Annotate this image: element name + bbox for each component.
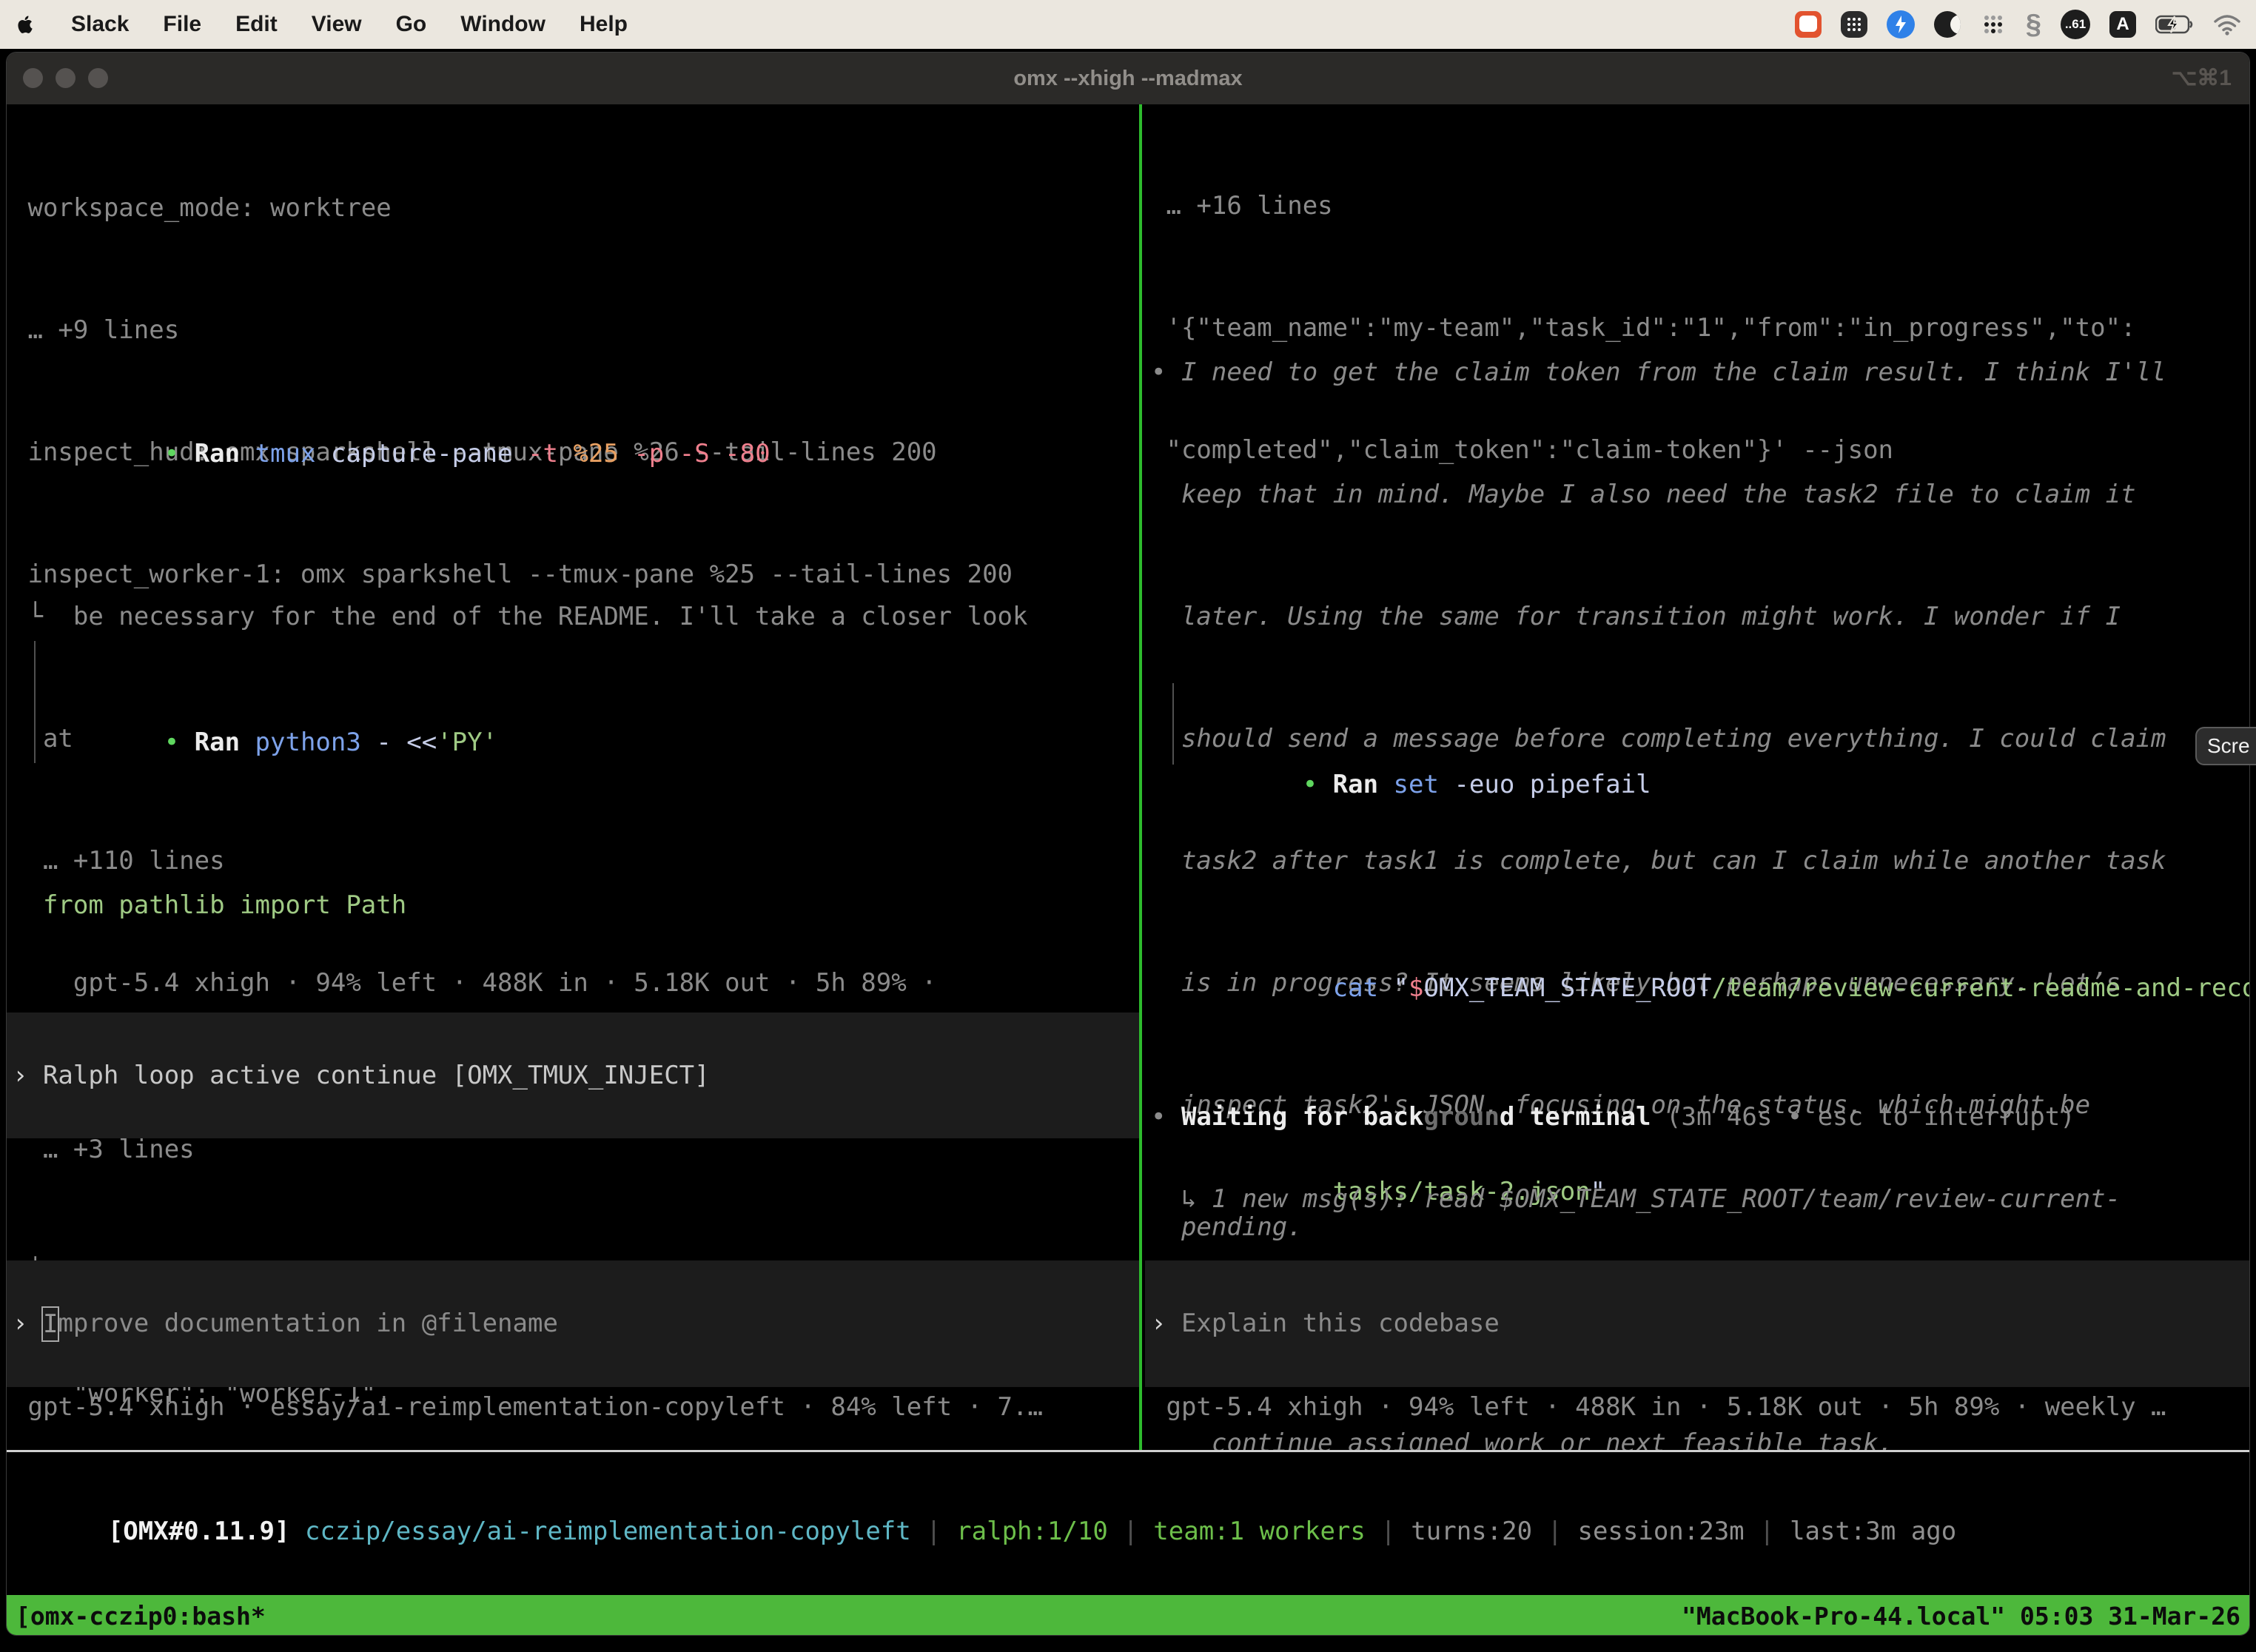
menu-item-app[interactable]: Slack [71,12,129,37]
ralph-counter: ralph:1/10 [956,1517,1108,1546]
screen-recording-icon[interactable] [1795,11,1822,38]
terminal-line: workspace_mode: worktree [13,188,1139,229]
zoom-window-button[interactable] [88,68,108,88]
screen-overlay-chip[interactable]: Scre [2195,727,2256,765]
team-workers: team:1 workers [1153,1517,1366,1546]
menu-item-help[interactable]: Help [580,12,628,37]
wifi-icon[interactable] [2213,13,2241,36]
battery-icon[interactable] [2155,14,2194,35]
window-shortcut-badge: ⌥⌘1 [2172,53,2232,104]
input-source-icon[interactable]: A [2109,11,2136,38]
terminal-line: from pathlib import Path [13,885,1139,926]
command-line: • Ran tmux capture-pane -t %25 -p -S -80 [13,393,1139,515]
model-status-line-right: gpt-5.4 xhigh · 94% left · 488K in · 5.1… [1151,1387,2166,1428]
omx-version: [OMX#0.11.9] [108,1517,290,1546]
text-cursor: I [41,1306,59,1342]
terminal-line: later. Using the same for transition mig… [1151,597,2250,637]
model-status-line-left: gpt-5.4 xhigh · essay/ai-reimplementatio… [13,1387,1043,1428]
omx-task-path: cczip/essay/ai-reimplementation-copyleft [289,1517,910,1546]
menu-item-view[interactable]: View [312,12,362,37]
prompt-chevron-icon: › [1145,1303,1181,1344]
menu-item-edit[interactable]: Edit [235,12,278,37]
tmux-session-name[interactable]: [omx-cczip0:bash* [16,1596,266,1636]
squiggle-icon[interactable]: § [2026,11,2041,38]
tmux-pane-left[interactable]: workspace_mode: worktree … +9 lines insp… [7,104,1139,1450]
menu-item-window[interactable]: Window [460,12,545,37]
omx-status-line: [OMX#0.11.9] cczip/essay/ai-reimplementa… [17,1471,1956,1593]
tmux-host-clock: "MacBook-Pro-44.local" 05:03 31-Mar-26 [1682,1596,2240,1636]
keypad-grid-icon[interactable] [1841,11,1867,38]
input-placeholder: Explain this codebase [1181,1303,1500,1344]
count-badge-icon[interactable]: ..61 [2061,10,2090,39]
tmux-status-bar: [omx-cczip0:bash* "MacBook-Pro-44.local"… [7,1595,2249,1636]
screen-overlay-label: Scre [2207,734,2250,758]
pane-horizontal-border [7,1450,2249,1452]
prompt-input-right[interactable]: › Explain this codebase [1145,1260,2250,1387]
crescent-app-icon[interactable] [1934,11,1961,38]
terminal-content: workspace_mode: worktree … +9 lines insp… [7,104,2249,1635]
prompt-chevron-icon: › [7,1055,43,1096]
menu-bar: Slack File Edit View Go Window Help § ..… [0,0,2256,49]
bullet-icon: • [1151,357,1181,387]
command-line: • Ran set -euo pipefail [1151,724,2250,846]
terminal-line: keep that in mind. Maybe I also need the… [1151,474,2250,515]
last-activity: last:3m ago [1790,1517,1956,1546]
bullet-icon: • [1303,770,1333,799]
terminal-line: ↳ 1 new msg(s): read $OMX_TEAM_STATE_ROO… [1151,1179,2250,1220]
terminal-line: … +16 lines [1151,186,2250,226]
window-title: omx --xhigh --madmax [1013,53,1242,104]
menu-item-go[interactable]: Go [396,12,427,37]
dots-grid-icon[interactable] [1980,11,2007,38]
command-line: • Ran python3 - <<'PY' [13,682,1139,804]
turns-counter: turns:20 [1411,1517,1532,1546]
apple-logo-icon[interactable] [15,12,37,37]
blue-bolt-icon[interactable] [1887,10,1915,38]
prompt-input-left[interactable]: › Improve documentation in @filename [7,1260,1139,1387]
session-duration: session:23m [1577,1517,1744,1546]
close-window-button[interactable] [23,68,43,88]
bullet-icon: • [164,439,195,469]
input-placeholder: mprove documentation in @filename [58,1303,558,1344]
tmux-pane-right[interactable]: … +16 lines '{"team_name":"my-team","tas… [1145,104,2250,1450]
bullet-icon: • [164,728,195,757]
terminal-window: omx --xhigh --madmax ⌥⌘1 workspace_mode:… [6,52,2250,1636]
minimize-window-button[interactable] [56,68,75,88]
title-bar[interactable]: omx --xhigh --madmax ⌥⌘1 [7,53,2249,104]
pane-divider[interactable] [1139,104,1142,1452]
prompt-chevron-icon: › [7,1303,43,1344]
ralph-loop-banner: › Ralph loop active continue [OMX_TMUX_I… [7,1013,1139,1138]
menu-item-file[interactable]: File [163,12,201,37]
